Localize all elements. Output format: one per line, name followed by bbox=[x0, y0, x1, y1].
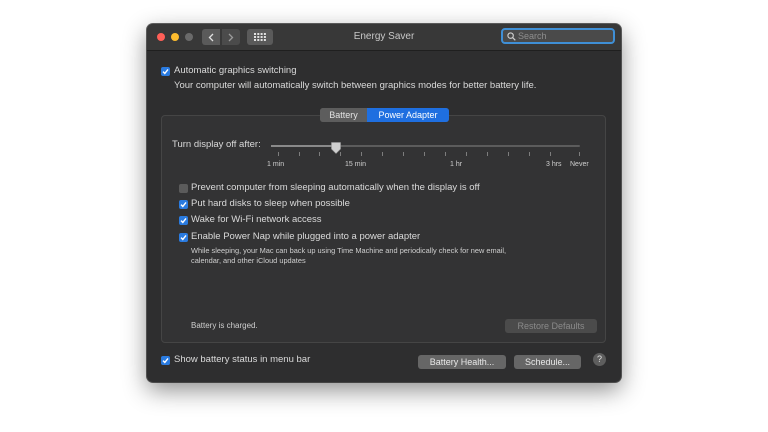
navigation-buttons bbox=[202, 29, 240, 45]
back-button[interactable] bbox=[202, 29, 220, 45]
slider-tick bbox=[361, 152, 362, 156]
zoom-button[interactable] bbox=[185, 33, 193, 41]
tab-power-adapter[interactable]: Power Adapter bbox=[367, 108, 449, 122]
slider-tick bbox=[340, 152, 341, 156]
slider-tick bbox=[550, 152, 551, 156]
forward-button[interactable] bbox=[222, 29, 240, 45]
schedule-button[interactable]: Schedule... bbox=[514, 355, 581, 369]
hard-disk-sleep-label: Put hard disks to sleep when possible bbox=[191, 198, 350, 209]
display-off-slider-fill bbox=[271, 145, 335, 147]
checkmark-icon bbox=[180, 201, 187, 208]
search-icon bbox=[507, 31, 516, 41]
power-nap-checkbox[interactable] bbox=[179, 233, 188, 242]
chevron-right-icon bbox=[228, 33, 234, 41]
help-button[interactable]: ? bbox=[593, 353, 606, 366]
slider-tick bbox=[382, 152, 383, 156]
prevent-sleep-checkbox[interactable] bbox=[179, 184, 188, 193]
slider-tick bbox=[319, 152, 320, 156]
checkmark-icon bbox=[162, 68, 169, 75]
slider-tick bbox=[579, 152, 580, 156]
slider-tick bbox=[424, 152, 425, 156]
show-battery-status-label: Show battery status in menu bar bbox=[174, 354, 311, 365]
checkmark-icon bbox=[162, 357, 169, 364]
graphics-switching-description: Your computer will automatically switch … bbox=[174, 80, 537, 91]
power-source-tabs: Battery Power Adapter bbox=[320, 108, 449, 122]
slider-tick bbox=[508, 152, 509, 156]
battery-health-button[interactable]: Battery Health... bbox=[418, 355, 506, 369]
graphics-switching-label: Automatic graphics switching bbox=[174, 65, 297, 76]
grid-icon bbox=[254, 33, 266, 41]
slider-tick bbox=[529, 152, 530, 156]
tick-label-never: Never bbox=[570, 161, 589, 168]
hard-disk-sleep-checkbox[interactable] bbox=[179, 200, 188, 209]
power-nap-description-line1: While sleeping, your Mac can back up usi… bbox=[191, 246, 507, 255]
display-off-label: Turn display off after: bbox=[172, 139, 261, 150]
slider-tick bbox=[403, 152, 404, 156]
wake-wifi-label: Wake for Wi-Fi network access bbox=[191, 214, 322, 225]
checkmark-icon bbox=[180, 217, 187, 224]
display-off-slider-track[interactable] bbox=[271, 145, 580, 147]
slider-tick bbox=[278, 152, 279, 156]
tick-label-15-min: 15 min bbox=[345, 161, 367, 168]
show-battery-status-checkbox[interactable] bbox=[161, 356, 170, 365]
battery-status-text: Battery is charged. bbox=[191, 321, 258, 330]
checkmark-icon bbox=[180, 234, 187, 241]
search-input[interactable] bbox=[516, 31, 610, 41]
wake-wifi-checkbox[interactable] bbox=[179, 216, 188, 225]
slider-tick bbox=[466, 152, 467, 156]
slider-tick bbox=[487, 152, 488, 156]
power-nap-description-line2: calendar, and other iCloud updates bbox=[191, 256, 306, 265]
slider-tick bbox=[445, 152, 446, 156]
close-button[interactable] bbox=[157, 33, 165, 41]
minimize-button[interactable] bbox=[171, 33, 179, 41]
search-field[interactable] bbox=[501, 28, 615, 44]
prevent-sleep-label: Prevent computer from sleeping automatic… bbox=[191, 182, 480, 193]
restore-defaults-button[interactable]: Restore Defaults bbox=[505, 319, 597, 333]
energy-saver-window: Energy Saver Automatic graphics switchin… bbox=[147, 24, 621, 382]
tab-battery[interactable]: Battery bbox=[320, 108, 367, 122]
slider-tick bbox=[299, 152, 300, 156]
tick-label-1-hr: 1 hr bbox=[450, 161, 463, 168]
tick-label-3-hrs: 3 hrs bbox=[546, 161, 562, 168]
show-all-button[interactable] bbox=[247, 29, 273, 45]
graphics-switching-checkbox[interactable] bbox=[161, 67, 170, 76]
tick-label-1-min: 1 min bbox=[267, 161, 285, 168]
title-bar: Energy Saver bbox=[147, 24, 621, 51]
power-nap-label: Enable Power Nap while plugged into a po… bbox=[191, 231, 421, 242]
chevron-left-icon bbox=[208, 33, 214, 41]
